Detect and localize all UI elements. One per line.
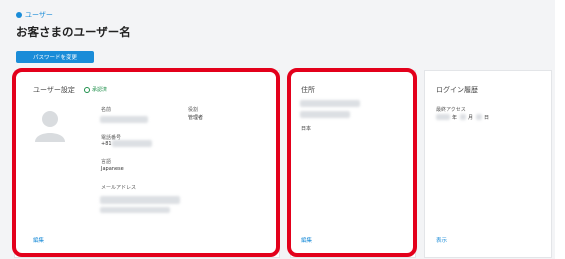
change-password-button[interactable]: パスワードを変更 (16, 51, 94, 63)
page-edge (555, 0, 565, 259)
last-access-year (436, 114, 450, 120)
highlight-address-card (287, 68, 417, 257)
login-history-title: ログイン履歴 (436, 86, 478, 94)
last-access-day (476, 114, 482, 120)
day-suffix: 日 (484, 115, 490, 121)
login-history-card (424, 70, 552, 258)
month-suffix: 月 (468, 115, 474, 121)
breadcrumb-label[interactable]: ユーザー (25, 10, 53, 20)
last-access-label: 最終アクセス (436, 107, 466, 113)
highlight-user-card (12, 68, 280, 257)
year-suffix: 年 (452, 115, 458, 121)
last-access-month (460, 114, 466, 120)
login-history-view-link[interactable]: 表示 (436, 236, 447, 244)
breadcrumb[interactable]: ユーザー (16, 10, 53, 20)
circle-back-icon (16, 12, 22, 18)
page-title: お客さまのユーザー名 (16, 25, 131, 39)
